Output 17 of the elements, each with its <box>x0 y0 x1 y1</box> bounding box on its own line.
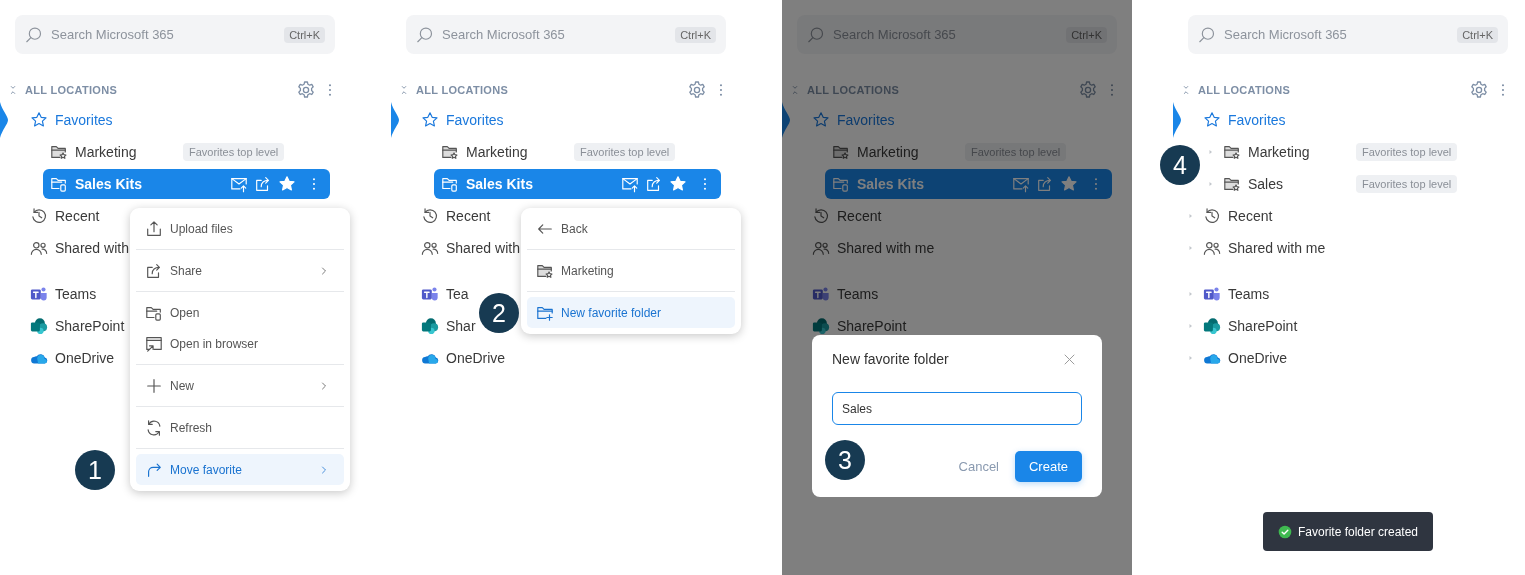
step-badge: 1 <box>75 450 115 490</box>
section-title: ALL LOCATIONS <box>416 84 510 96</box>
shortcut-hint: Ctrl+K <box>675 26 716 43</box>
location-tag: Favorites top level <box>1356 175 1458 193</box>
shortcut-hint: Ctrl+K <box>284 26 325 43</box>
shortcut-hint: Ctrl+K <box>1457 26 1498 43</box>
dialog-title: New favorite folder <box>832 351 949 367</box>
toast-message: Favorite folder created <box>1263 512 1433 551</box>
section-title: ALL LOCATIONS <box>807 84 901 96</box>
shortcut-hint: Ctrl+K <box>1066 26 1107 43</box>
location-tag: Favorites top level <box>574 143 676 161</box>
location-tag: Favorites top level <box>183 143 285 161</box>
step-badge: 2 <box>479 293 519 333</box>
section-title: ALL LOCATIONS <box>25 84 119 96</box>
location-tag: Favorites top level <box>1356 143 1458 161</box>
section-title: ALL LOCATIONS <box>1198 84 1292 96</box>
step-badge: 4 <box>1160 145 1200 185</box>
